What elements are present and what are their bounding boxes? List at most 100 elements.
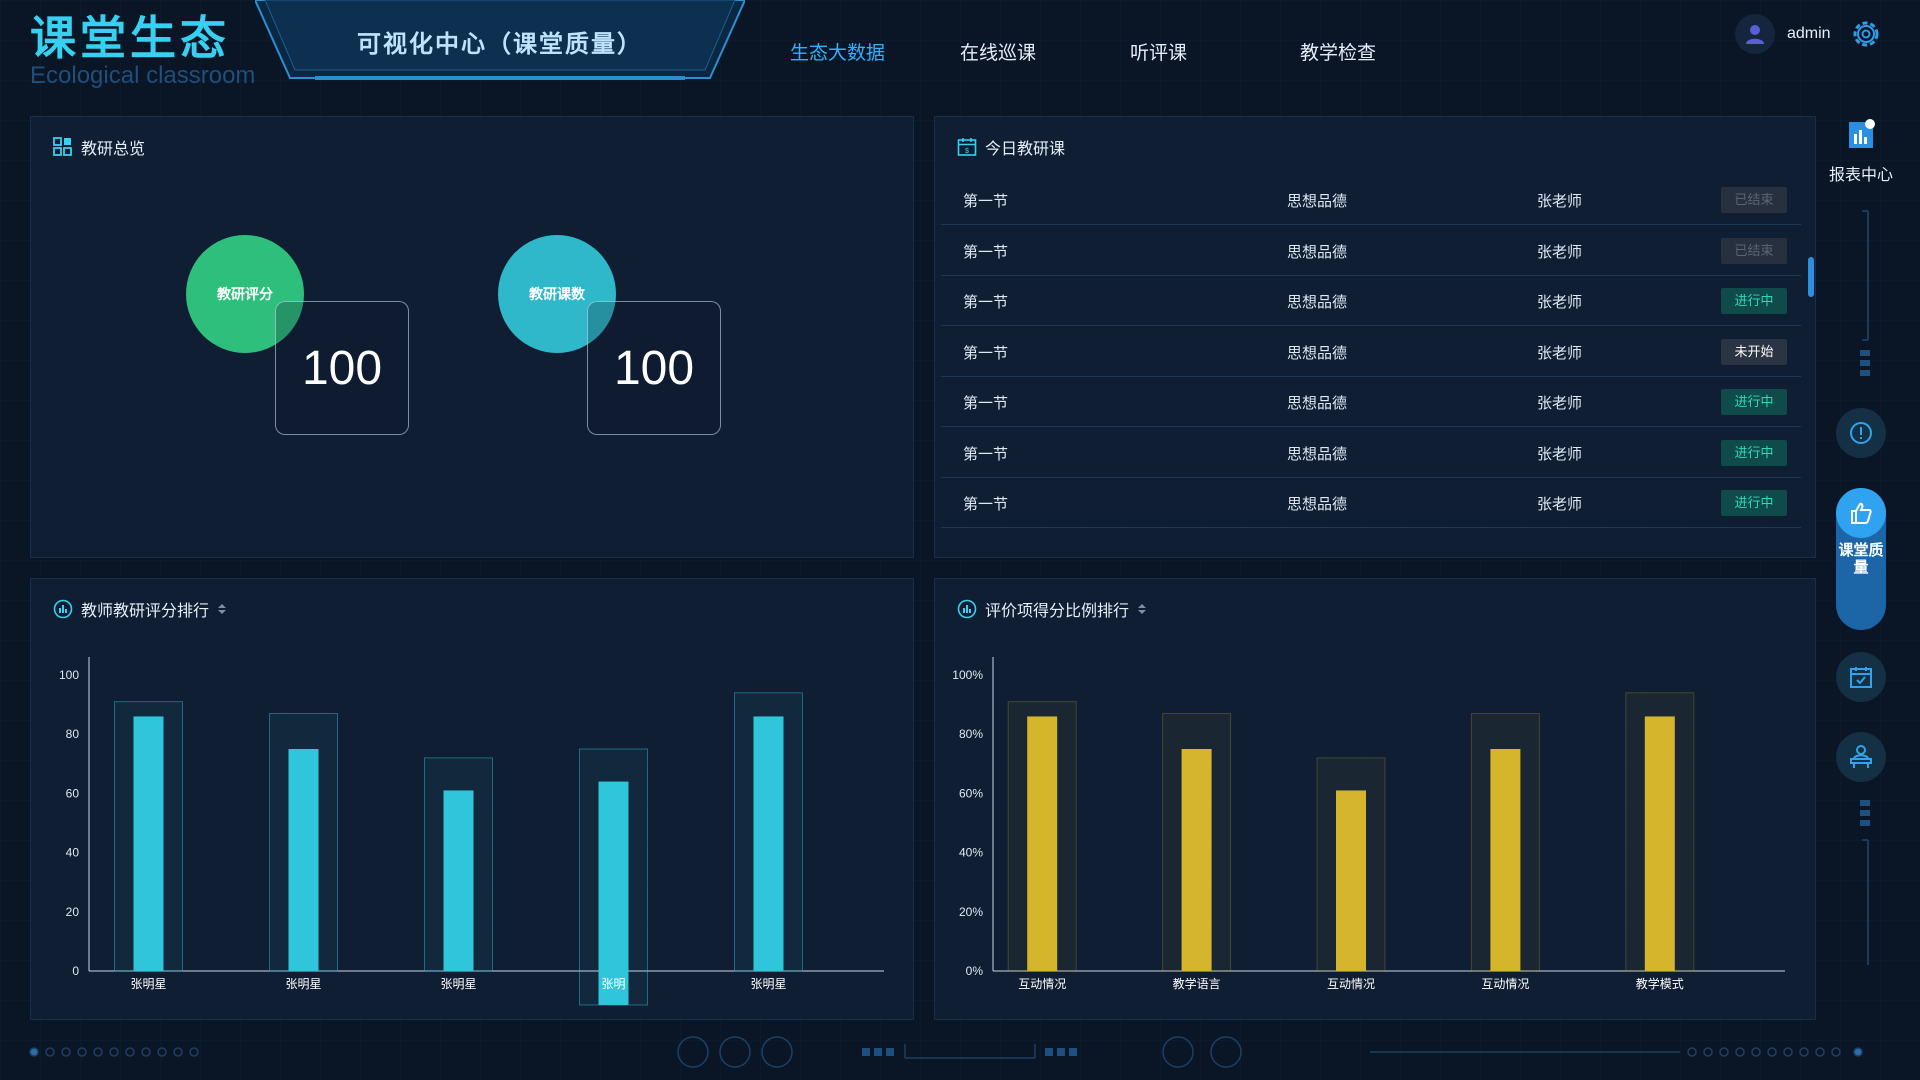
y-tick-label: 100 xyxy=(59,668,79,682)
lesson-teacher: 张老师 xyxy=(1537,344,1583,362)
center-title: 可视化中心（课堂质量） xyxy=(357,31,643,58)
status-badge: 进行中 xyxy=(1721,439,1787,466)
bar[interactable] xyxy=(133,716,164,971)
rail-classroom-quality[interactable]: 课堂质量 xyxy=(1836,488,1886,630)
table-row[interactable]: 第一节 思想品德 张老师 进行中 xyxy=(941,276,1801,326)
y-tick-label: 100% xyxy=(952,668,983,682)
bar[interactable] xyxy=(1181,749,1212,971)
lesson-subject: 思想品德 xyxy=(1287,344,1348,362)
bar[interactable] xyxy=(753,716,784,971)
overview-header: 教研总览 xyxy=(53,135,145,159)
teacher-ranking-panel: 教师教研评分排行 0 20 40 60 80 100 张明星 张明星 张明星 张明 张明星 xyxy=(30,578,914,1020)
lesson-period: 第一节 xyxy=(963,243,1009,261)
x-tick-label: 张明 xyxy=(601,977,625,991)
thumbs-up-icon xyxy=(1851,502,1872,524)
brand-title: 课堂生态 xyxy=(30,12,230,64)
table-row[interactable]: 第一节 思想品德 张老师 进行中 xyxy=(941,478,1801,528)
avatar[interactable] xyxy=(1735,14,1775,54)
report-center-button[interactable]: 报表中心 xyxy=(1826,118,1896,185)
table-row[interactable]: 第一节 思想品德 张老师 进行中 xyxy=(941,377,1801,427)
bar[interactable] xyxy=(1490,749,1521,971)
lesson-period: 第一节 xyxy=(963,294,1009,311)
today-lessons-panel: $ 今日教研课 第一节 思想品德 张老师 已结束 第一节 思想品德 张老师 已结束 第一节 思想品… xyxy=(934,116,1816,558)
x-tick-label: 互动情况 xyxy=(1481,977,1529,991)
x-tick-label: 张明星 xyxy=(750,977,786,991)
user-menu[interactable]: admin xyxy=(1735,14,1831,54)
bar[interactable] xyxy=(1336,790,1366,971)
lesson-subject: 思想品德 xyxy=(1287,243,1348,261)
y-tick-label: 0 xyxy=(72,964,79,978)
x-tick-label: 张明星 xyxy=(285,977,321,991)
table-row[interactable]: 第一节 思想品德 张老师 未开始 xyxy=(941,327,1801,377)
lesson-subject: 思想品德 xyxy=(1287,294,1348,311)
lesson-teacher: 张老师 xyxy=(1537,395,1583,412)
bar[interactable] xyxy=(288,749,319,971)
lesson-subject: 思想品德 xyxy=(1287,193,1348,210)
stat-research-score-value: 100 xyxy=(275,301,409,435)
center-title-frame: 可视化中心（课堂质量） xyxy=(255,0,745,82)
evaluation-ratio-chart: 0% 20% 40% 60% 80% 100% 互动情况 教学语言 互动情况 互动情况 教学模式 xyxy=(952,657,1785,991)
table-scrollbar[interactable] xyxy=(1808,257,1814,297)
rail-classroom-quality-label: 课堂质量 xyxy=(1838,542,1884,576)
nav-item-lesson-review[interactable]: 听评课 xyxy=(1130,38,1300,65)
info-icon xyxy=(1850,422,1872,444)
footer-decoration xyxy=(29,1036,1863,1068)
status-badge: 进行中 xyxy=(1721,389,1787,415)
lesson-period: 第一节 xyxy=(963,496,1009,513)
user-name: admin xyxy=(1787,25,1831,42)
nav-item-online-patrol[interactable]: 在线巡课 xyxy=(960,38,1130,65)
x-tick-label: 教学语言 xyxy=(1173,976,1221,991)
table-row[interactable]: 第一节 思想品德 张老师 已结束 xyxy=(941,226,1801,276)
lesson-subject: 思想品德 xyxy=(1287,496,1348,513)
lesson-teacher: 张老师 xyxy=(1537,496,1583,513)
status-badge: 未开始 xyxy=(1721,338,1787,365)
lesson-period: 第一节 xyxy=(963,395,1009,412)
rail-alert-button[interactable] xyxy=(1836,408,1886,458)
main-nav: 生态大数据 在线巡课 听评课 教学检查 xyxy=(790,38,1470,65)
status-badge: 进行中 xyxy=(1721,288,1787,314)
lesson-subject: 思想品德 xyxy=(1287,445,1348,463)
today-lessons-title: 今日教研课 xyxy=(985,141,1066,158)
bar[interactable] xyxy=(443,790,474,971)
status-badge: 已结束 xyxy=(1721,237,1787,264)
lesson-teacher: 张老师 xyxy=(1537,445,1583,463)
y-tick-label: 40% xyxy=(959,846,983,860)
y-tick-label: 80% xyxy=(959,727,983,741)
evaluation-ratio-panel: 评价项得分比例排行 0% 20% 40% 60% 80% 100% 互动情况 教学语言 互动情况… xyxy=(934,578,1816,1020)
y-tick-label: 20 xyxy=(66,905,80,919)
y-tick-label: 40 xyxy=(66,846,80,860)
lesson-period: 第一节 xyxy=(963,344,1009,362)
x-tick-label: 张明星 xyxy=(440,977,476,991)
lesson-subject: 思想品德 xyxy=(1287,395,1348,412)
y-tick-label: 20% xyxy=(959,905,983,919)
nav-item-ecology-data[interactable]: 生态大数据 xyxy=(790,38,960,65)
lesson-teacher: 张老师 xyxy=(1537,294,1583,311)
today-lessons-header: $ 今日教研课 xyxy=(957,135,1065,159)
stat-research-count-value: 100 xyxy=(587,301,721,435)
report-center-label: 报表中心 xyxy=(1828,167,1893,184)
nav-item-teaching-check[interactable]: 教学检查 xyxy=(1300,38,1470,65)
rail-schedule-button[interactable] xyxy=(1836,652,1886,702)
status-badge: 已结束 xyxy=(1721,187,1787,213)
rail-teacher-button[interactable] xyxy=(1836,732,1886,782)
lesson-teacher: 张老师 xyxy=(1537,193,1583,210)
x-tick-label: 互动情况 xyxy=(1327,977,1375,991)
y-tick-label: 80 xyxy=(66,727,80,741)
bar[interactable] xyxy=(598,781,629,1005)
calendar-icon: $ xyxy=(957,138,977,156)
lesson-period: 第一节 xyxy=(963,445,1009,463)
rail-classroom-quality-icon-wrap xyxy=(1836,488,1886,538)
brand: 课堂生态 Ecological classroom xyxy=(30,10,255,90)
svg-text:$: $ xyxy=(965,148,969,155)
overview-title: 教研总览 xyxy=(81,141,146,158)
report-icon xyxy=(1849,119,1875,148)
table-row[interactable]: 第一节 思想品德 张老师 已结束 xyxy=(941,175,1801,225)
gear-icon[interactable] xyxy=(1850,18,1882,50)
teacher-ranking-chart: 0 20 40 60 80 100 张明星 张明星 张明星 张明 张明星 xyxy=(59,657,884,1006)
bar[interactable] xyxy=(1644,716,1675,971)
lesson-teacher: 张老师 xyxy=(1537,243,1583,261)
x-tick-label: 张明星 xyxy=(130,977,166,991)
x-tick-label: 互动情况 xyxy=(1018,977,1066,991)
bar[interactable] xyxy=(1027,716,1058,971)
table-row[interactable]: 第一节 思想品德 张老师 进行中 xyxy=(941,428,1801,478)
